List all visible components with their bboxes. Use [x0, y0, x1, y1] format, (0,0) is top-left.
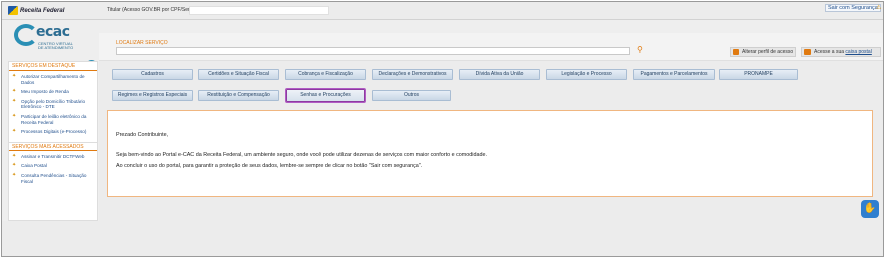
sidebar-item-dctfweb[interactable]: ✦ Assinar e Transmitir DCTFWeb: [12, 152, 95, 160]
sidebar-item-e-processo[interactable]: ✦ Processos Digitais (e-Processo): [12, 129, 95, 135]
most-accessed-list: ✦ Assinar e Transmitir DCTFWeb ✦ Caixa Pos…: [9, 151, 97, 190]
nav-senhas-procuracoes[interactable]: Senhas e Procurações: [286, 89, 365, 102]
most-accessed-title: SERVIÇOS MAIS ACESSADOS: [9, 141, 97, 151]
nav-legislacao[interactable]: Legislação e Processo: [546, 69, 627, 80]
featured-services-list: ✦ Autorizar Compartilhamento de Dados ✦ Me…: [9, 71, 97, 141]
service-icon: ✦: [12, 97, 17, 104]
sidebar-item-compartilhamento[interactable]: ✦ Autorizar Compartilhamento de Dados: [12, 74, 95, 85]
service-icon: ✦: [12, 162, 17, 169]
nav-pagamentos[interactable]: Pagamentos e Parcelamentos: [633, 69, 715, 80]
sidebar-item-label: Processos Digitais (e-Processo): [21, 129, 87, 135]
ecac-logo[interactable]: ecac CENTRO VIRTUAL DE ATENDIMENTO ⌂: [10, 20, 100, 71]
welcome-box: Prezado Contribuinte, Seja bem-vindo ao …: [107, 110, 873, 197]
accessibility-hand-icon[interactable]: ✋: [861, 200, 879, 218]
nav-regimes[interactable]: Regimes e Registros Especiais: [112, 90, 193, 101]
profile-icon: [733, 49, 739, 55]
sidebar-item-label: Participar de leilão eletrônico da Recei…: [21, 113, 87, 125]
nav-pronampe[interactable]: PRONAMPE: [719, 69, 798, 80]
receita-federal-label: Receita Federal: [20, 7, 65, 14]
service-icon: ✦: [12, 171, 17, 178]
ecac-subtitle: CENTRO VIRTUAL DE ATENDIMENTO: [38, 42, 73, 50]
welcome-line-1: Seja bem-vindo ao Portal e-CAC da Receit…: [116, 152, 487, 158]
mailbox-link[interactable]: caixa postal: [845, 49, 871, 55]
nav-certidoes[interactable]: Certidões e Situação Fiscal: [198, 69, 279, 80]
change-profile-button[interactable]: Alterar perfil de acesso: [730, 47, 796, 57]
envelope-icon: [804, 49, 811, 55]
titular-label: Titular (Acesso GOV.BR por CPF/Senha):: [107, 7, 200, 13]
browser-frame: Receita Federal Titular (Acesso GOV.BR p…: [1, 1, 884, 257]
service-icon: ✦: [12, 152, 17, 159]
sidebar-item-label: Consulta Pendências - Situação Fiscal: [21, 172, 87, 184]
search-input[interactable]: [116, 47, 630, 55]
sidebar-item-dte[interactable]: ✦ Opção pelo Domicílio Tributário Eletrôn…: [12, 97, 95, 110]
nav-outros[interactable]: Outros: [372, 90, 451, 101]
lock-icon[interactable]: ⚠: [876, 5, 882, 11]
magnifier-icon[interactable]: ⚲: [637, 46, 643, 54]
titular-value: [189, 6, 329, 15]
nav-divida-ativa[interactable]: Dívida Ativa da União: [459, 69, 540, 80]
search-label: LOCALIZAR SERVIÇO: [116, 40, 168, 46]
mailbox-prefix: Acesse a sua: [814, 49, 845, 55]
sidebar-item-label: Meu Imposto de Renda: [21, 89, 69, 95]
welcome-line-2: Ao concluir o uso do portal, para garant…: [116, 163, 423, 169]
ecac-wordmark: ecac: [36, 24, 70, 40]
service-icon: ✦: [12, 88, 17, 95]
sidebar-item-label: Assinar e Transmitir DCTFWeb: [21, 153, 85, 159]
nav-cadastros[interactable]: Cadastros: [112, 69, 193, 80]
ecac-subtitle-line2: DE ATENDIMENTO: [38, 45, 74, 50]
nav-restituicao[interactable]: Restituição e Compensação: [198, 90, 279, 101]
left-sidebar: SERVIÇOS EM DESTAQUE ✦ Autorizar Comparti…: [8, 61, 98, 221]
nav-declaracoes[interactable]: Declarações e Demonstrativos: [372, 69, 453, 80]
service-icon: ✦: [12, 112, 17, 119]
sidebar-item-caixa-postal[interactable]: ✦ Caixa Postal: [12, 163, 95, 169]
mailbox-button[interactable]: Acesse a sua caixa postal: [801, 47, 881, 57]
sidebar-item-situacao-fiscal[interactable]: ✦ Consulta Pendências - Situação Fiscal: [12, 171, 95, 184]
logout-button[interactable]: Sair com Segurança: [825, 4, 881, 12]
service-icon: ✦: [12, 128, 17, 135]
search-area: LOCALIZAR SERVIÇO ⚲ Alterar perfil de ac…: [99, 33, 883, 61]
top-bar: Receita Federal Titular (Acesso GOV.BR p…: [2, 2, 883, 20]
sidebar-item-label: Caixa Postal: [21, 163, 47, 169]
ecac-symbol-icon: [14, 24, 38, 46]
sidebar-item-imposto-renda[interactable]: ✦ Meu Imposto de Renda: [12, 89, 95, 95]
service-icon: ✦: [12, 73, 17, 79]
receita-federal-logo: Receita Federal: [8, 6, 64, 15]
change-profile-label: Alterar perfil de acesso: [742, 49, 794, 55]
receita-flag-icon: [8, 6, 18, 15]
featured-services-title: SERVIÇOS EM DESTAQUE: [9, 62, 97, 71]
sidebar-item-label: Autorizar Compartilhamento de Dados: [21, 74, 85, 85]
welcome-greeting: Prezado Contribuinte,: [116, 132, 169, 138]
sidebar-item-label: Opção pelo Domicílio Tributário Eletrôni…: [21, 98, 86, 110]
main-panel: Cadastros Certidões e Situação Fiscal Co…: [99, 61, 883, 221]
nav-cobranca[interactable]: Cobrança e Fiscalização: [285, 69, 366, 80]
page-footer-area: [2, 221, 883, 256]
sidebar-item-leilao[interactable]: ✦ Participar de leilão eletrônico da Rece…: [12, 112, 95, 125]
